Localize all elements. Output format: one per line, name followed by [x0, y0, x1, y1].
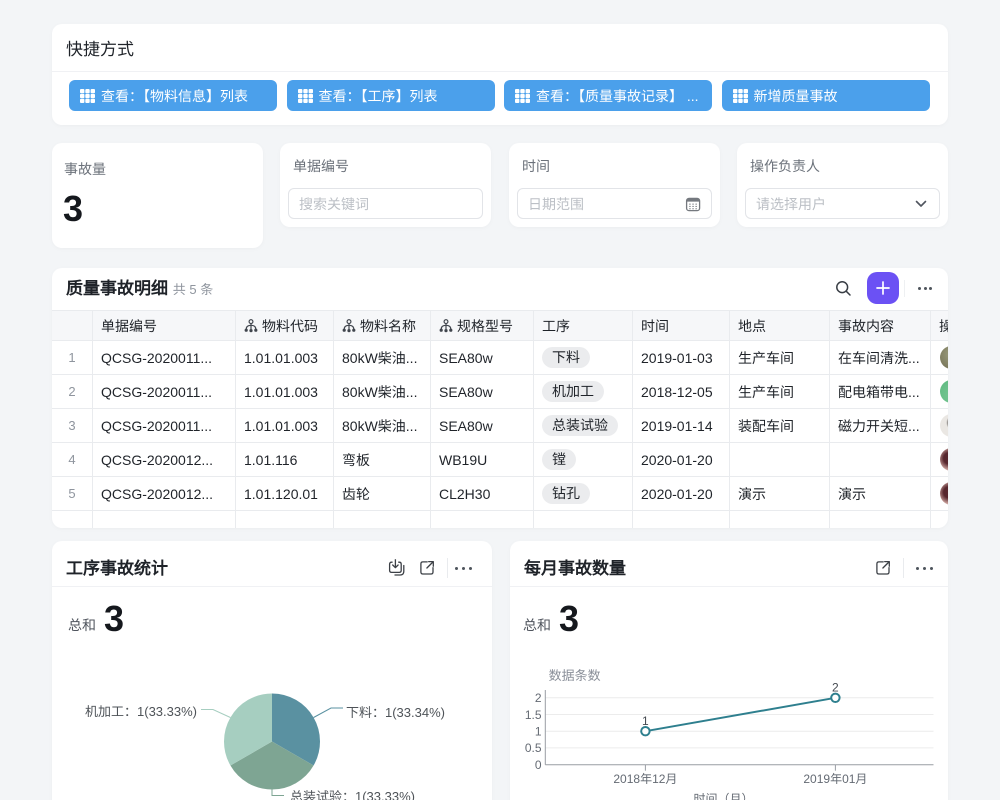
svg-text:1.5: 1.5	[525, 708, 542, 722]
svg-text:时间（月）: 时间（月）	[693, 792, 753, 800]
svg-text:0.5: 0.5	[525, 741, 542, 755]
svg-text:1: 1	[535, 725, 542, 739]
svg-text:机加工：1(33.33%): 机加工：1(33.33%)	[85, 704, 197, 719]
svg-text:2: 2	[832, 681, 839, 695]
svg-text:0: 0	[535, 758, 542, 772]
svg-text:下料：1(33.34%): 下料：1(33.34%)	[346, 705, 445, 720]
svg-text:2018年12月: 2018年12月	[613, 772, 677, 786]
svg-text:数据条数: 数据条数	[549, 668, 601, 683]
svg-text:总装试验：1(33.33%): 总装试验：1(33.33%)	[290, 789, 415, 800]
svg-text:2019年01月: 2019年01月	[803, 772, 867, 786]
svg-text:1: 1	[642, 714, 649, 728]
svg-text:2: 2	[535, 691, 542, 705]
